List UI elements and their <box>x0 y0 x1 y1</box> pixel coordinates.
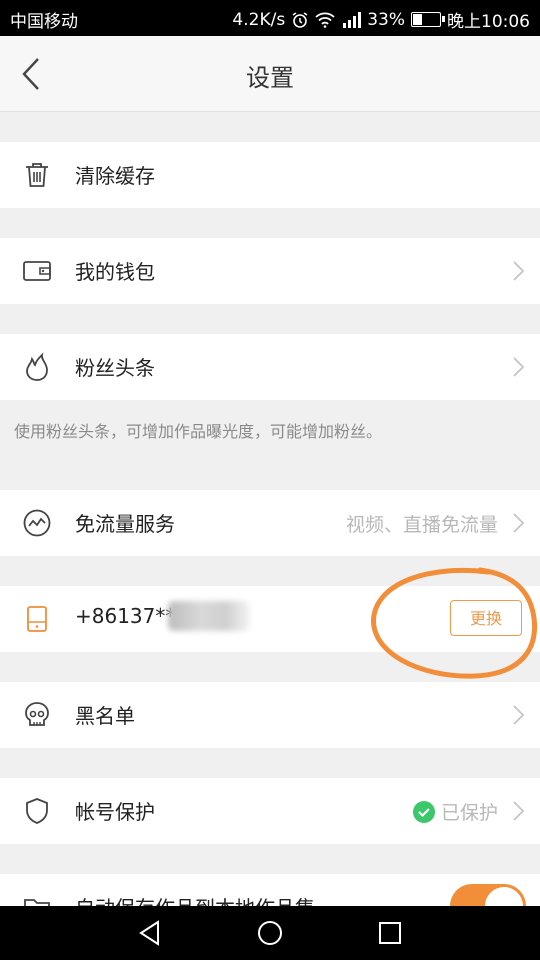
wifi-icon <box>315 12 335 28</box>
annotation-circle <box>371 567 538 679</box>
alarm-icon <box>291 11 309 29</box>
chevron-right-icon <box>512 704 526 726</box>
clock: 晚上10:06 <box>447 12 530 32</box>
wallet-label: 我的钱包 <box>75 260 155 284</box>
wallet-icon <box>22 256 52 286</box>
protected-text: 已保护 <box>440 802 498 824</box>
system-nav-bar <box>0 906 540 960</box>
status-right: 4.2K/s 33% 晚上10:06 <box>232 7 530 33</box>
skull-icon <box>22 700 52 730</box>
battery-icon <box>411 12 445 27</box>
shield-icon <box>22 796 52 826</box>
clear-cache-label: 清除缓存 <box>75 164 155 188</box>
page-title: 设置 <box>246 64 294 92</box>
folder-icon <box>22 892 52 906</box>
blacklist-label: 黑名单 <box>75 704 135 728</box>
fans-headline-row[interactable]: 粉丝头条 <box>0 334 540 400</box>
free-data-value: 视频、直播免流量 <box>345 514 498 536</box>
phone-number: +86137** <box>75 604 176 628</box>
protected-status: 已保护 <box>412 798 498 825</box>
fans-headline-label: 粉丝头条 <box>75 356 155 380</box>
redacted-number-blur <box>168 601 250 631</box>
status-bar: 中国移动 4.2K/s 33% 晚上10:06 <box>0 0 540 36</box>
blacklist-row[interactable]: 黑名单 <box>0 682 540 748</box>
trash-icon <box>22 160 52 190</box>
wallet-row[interactable]: 我的钱包 <box>0 238 540 304</box>
flame-icon <box>22 352 52 382</box>
phone-icon <box>22 604 52 634</box>
nav-home-icon[interactable] <box>256 919 284 947</box>
clear-cache-row[interactable]: 清除缓存 <box>0 142 540 208</box>
nav-recents-icon[interactable] <box>376 919 404 947</box>
carrier-name: 中国移动 <box>10 12 78 32</box>
nav-back-icon[interactable] <box>136 919 164 947</box>
free-data-label: 免流量服务 <box>75 512 175 536</box>
check-circle-icon <box>412 800 435 823</box>
header-bar: 设置 <box>0 36 540 112</box>
account-protect-row[interactable]: 帐号保护 已保护 <box>0 778 540 844</box>
chevron-right-icon <box>512 356 526 378</box>
chevron-right-icon <box>512 512 526 534</box>
chevron-right-icon <box>512 260 526 282</box>
free-data-row[interactable]: 免流量服务 视频、直播免流量 <box>0 490 540 556</box>
account-protect-label: 帐号保护 <box>75 800 155 824</box>
signal-icon <box>341 11 362 28</box>
battery-percent: 33% <box>367 9 405 30</box>
auto-save-label: 自动保存作品到本地作品集 <box>75 892 315 906</box>
network-speed: 4.2K/s <box>232 9 286 30</box>
fans-headline-hint: 使用粉丝头条，可增加作品曝光度，可能增加粉丝。 <box>14 422 383 441</box>
wave-icon <box>22 508 52 538</box>
chevron-right-icon <box>512 800 526 822</box>
